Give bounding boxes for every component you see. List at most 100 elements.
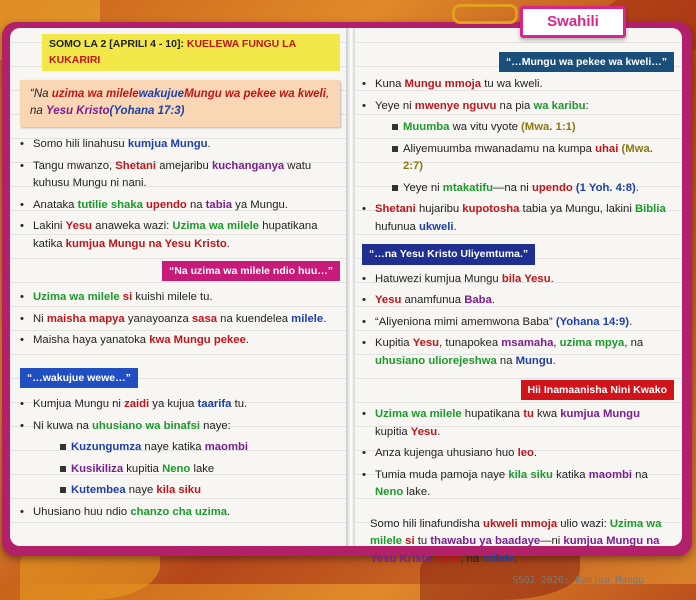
- text-span: na: [632, 468, 648, 481]
- list-item: • Tangu mwanzo, Shetani amejaribu kuchang…: [20, 158, 340, 193]
- text-span: Kupitia: [375, 337, 413, 350]
- footer-caption: SSQ2 2026: Kumjua Mungu: [512, 575, 644, 587]
- text-span: ya Mungu.: [232, 198, 288, 211]
- text-span: anaweka wazi:: [92, 220, 173, 233]
- list-item: • “Aliyeniona mimi amemwona Baba” (Yohana…: [362, 314, 674, 332]
- bullet-icon: •: [362, 447, 366, 460]
- text-span: thawabu ya baadaye: [430, 535, 541, 548]
- square-bullet-icon: [392, 145, 398, 152]
- section-header: “…Mungu wa pekee wa kweli…”: [498, 52, 674, 73]
- text-span: Shetani: [115, 159, 157, 172]
- text-span: (Mwa. 1:1): [521, 121, 576, 134]
- text-span: naye katika: [141, 441, 205, 454]
- list-item: • Anza kujenga uhusiano huo leo.: [362, 445, 674, 463]
- text-span: anamfunua: [401, 294, 465, 307]
- text-span: Maisha haya yanatoka: [33, 334, 150, 347]
- text-span: na: [496, 354, 516, 367]
- text-span: taarifa: [197, 398, 232, 411]
- text-span: amejaribu: [156, 159, 212, 172]
- list-item: • Anataka tutilie shaka upendo na tabia y…: [20, 197, 340, 215]
- text-span: tutilie shaka: [77, 198, 143, 211]
- text-span: hupatikana: [461, 408, 524, 421]
- bullet-icon: •: [20, 159, 24, 172]
- bullet-icon: •: [362, 203, 366, 216]
- list-item: • Kupitia Yesu, tunapokea msamaha, uzima …: [362, 335, 674, 370]
- square-bullet-icon: [392, 184, 398, 191]
- list-item: • Ni maisha mapya yanayoanza sasa na kuen…: [20, 311, 340, 329]
- text-span: Uzima wa milele: [375, 408, 462, 421]
- sub-list-item: Aliyemuumba mwanadamu na kumpa uhai (Mwa…: [362, 141, 674, 176]
- list-item: • Hatuwezi kumjua Mungu bila Yesu.: [362, 271, 674, 289]
- text-span: bila Yesu: [501, 272, 551, 285]
- list-item: • Kuna Mungu mmoja tu wa kweli.: [362, 76, 674, 94]
- text-span: “Aliyeniona mimi amemwona Baba”: [375, 315, 556, 328]
- bullet-icon: •: [20, 220, 24, 233]
- sub-list-item: Kutembea naye kila siku: [20, 482, 340, 500]
- text-span: Ni: [33, 312, 47, 325]
- text-span: (Yohana 14:9): [555, 315, 630, 328]
- text-span: katika: [552, 468, 589, 481]
- text-span: .: [552, 354, 556, 367]
- text-span: maombi: [204, 441, 249, 454]
- text-span: Shetani: [375, 203, 416, 216]
- text-span: kila siku: [156, 484, 201, 497]
- list-item: • Maisha haya yanatoka kwa Mungu pekee.: [20, 332, 340, 350]
- text-span: mtakatifu: [442, 181, 494, 194]
- bullet-icon: •: [362, 468, 366, 481]
- text-span: Yeye ni: [375, 99, 415, 112]
- list-item: • Uzima wa milele si kuishi milele tu.: [20, 289, 340, 307]
- text-span: kupitia: [123, 462, 163, 475]
- text-span: Muumba: [403, 121, 450, 134]
- text-span: hujaribu: [415, 203, 463, 216]
- text-span: maisha mapya: [46, 312, 125, 325]
- bullet-icon: •: [20, 138, 24, 151]
- text-span: lake: [190, 462, 215, 475]
- text-span: Mungu mmoja: [404, 78, 482, 91]
- text-span: .: [629, 315, 633, 328]
- text-span: maombi: [588, 468, 633, 481]
- text-span: na: [186, 198, 206, 211]
- lesson-number: SOMO LA 2 [APRILI 4 - 10]:: [49, 38, 184, 50]
- right-page-content: “…Mungu wa pekee wa kweli…” • Kuna Mungu …: [362, 52, 674, 589]
- verse-text: wakujue: [138, 87, 185, 100]
- text-span: uzima mpya: [559, 337, 625, 350]
- language-tab[interactable]: Swahili: [520, 6, 626, 38]
- lesson-title: SOMO LA 2 [APRILI 4 - 10]: KUELEWA FUNGU…: [42, 34, 340, 71]
- section-header: “…wakujue wewe…”: [20, 367, 138, 389]
- text-span: tabia ya Mungu, lakini: [519, 203, 635, 216]
- section-header: “Na uzima wa milele ndio huu…”: [162, 261, 340, 282]
- square-bullet-icon: [60, 444, 66, 451]
- text-span: upendo: [146, 198, 187, 211]
- text-span: kwa Mungu pekee: [149, 334, 246, 347]
- text-span: , tunapokea: [439, 337, 502, 350]
- text-span: yanayoanza: [124, 312, 192, 325]
- text-span: sasa: [435, 552, 461, 565]
- text-span: chanzo cha uzima: [130, 505, 228, 518]
- text-span: .: [437, 425, 441, 438]
- text-span: kumjua Mungu: [127, 138, 208, 151]
- text-span: Uhusiano huu ndio: [33, 505, 131, 518]
- text-span: kumjua Mungu: [560, 408, 640, 421]
- text-span: Uzima wa milele: [172, 220, 260, 233]
- text-span: ukweli mmoja: [483, 517, 558, 530]
- text-span: Yeye ni: [403, 181, 443, 194]
- text-span: , na: [460, 552, 483, 565]
- text-span: si: [405, 535, 415, 548]
- sub-list-item: Kuzungumza naye katika maombi: [20, 439, 340, 457]
- bullet-icon: •: [20, 398, 24, 411]
- text-span: Tumia muda pamoja naye: [375, 468, 509, 481]
- text-span: .: [514, 552, 518, 565]
- bullet-icon: •: [20, 198, 24, 211]
- text-span: leo: [517, 447, 534, 460]
- sub-list-item: Kusikiliza kupitia Neno lake: [20, 461, 340, 479]
- text-span: upendo: [531, 181, 573, 194]
- list-item: • Shetani hujaribu kupotosha tabia ya Mun…: [362, 201, 674, 236]
- text-span: (1 Yoh. 4:8): [575, 181, 636, 194]
- text-span: Yesu: [410, 425, 438, 438]
- text-span: Yesu: [65, 220, 93, 233]
- bullet-icon: •: [362, 294, 366, 307]
- text-span: Tangu mwanzo,: [33, 159, 116, 172]
- text-span: Baba: [464, 294, 492, 307]
- verse-text: “Na: [30, 87, 52, 100]
- bullet-icon: •: [362, 99, 366, 112]
